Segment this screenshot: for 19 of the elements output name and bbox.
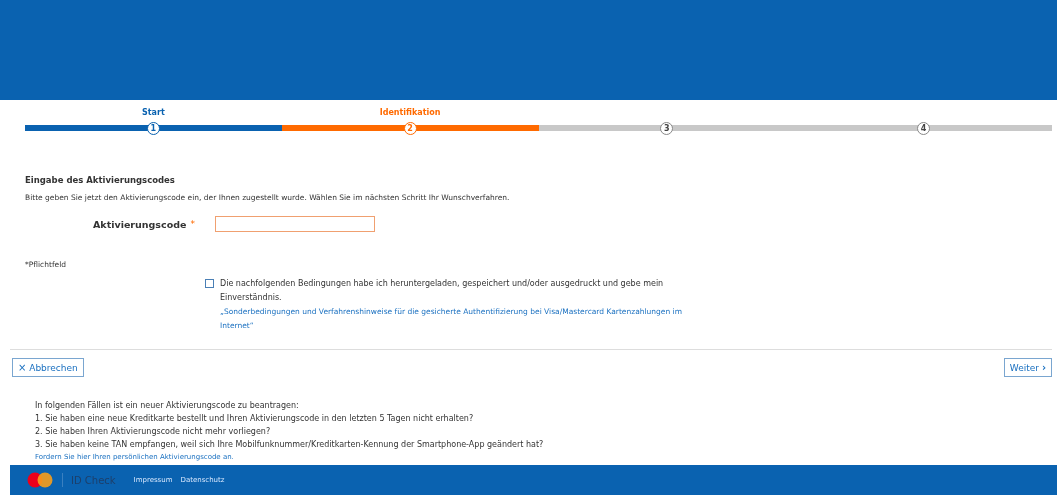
- activation-code-field[interactable]: [214, 216, 375, 232]
- step-label: Identifikation: [379, 108, 441, 117]
- next-button[interactable]: Weiter ›: [1003, 358, 1052, 377]
- info-item: 3. Sie haben keine TAN empfangen, weil sich Ihre Mobilfunknummer/Kreditkarten-Kennung der Smartphone-App geändert hat?: [35, 439, 545, 451]
- step-number: 3: [660, 121, 674, 135]
- brand-name: ID Check: [71, 474, 116, 486]
- info-item: 1. Sie haben eine neue Kreditkarte bestellt und Ihren Aktivierungscode in den letzten 5 Tagen nicht erhalten?: [35, 413, 475, 425]
- info-item: 2. Sie haben Ihren Aktivierungscode nicht mehr vorliegen?: [35, 426, 272, 438]
- field-label: Aktivierungscode: [93, 218, 187, 230]
- step-number: 4: [917, 121, 931, 135]
- section-heading: Eingabe des Aktivierungscodes: [25, 175, 176, 185]
- consent-checkbox[interactable]: [205, 279, 214, 288]
- required-mark: *: [190, 219, 195, 229]
- step-label: Start: [142, 108, 165, 117]
- cancel-button[interactable]: × Abbrechen: [12, 358, 84, 377]
- mastercard-logo-icon: [26, 472, 54, 488]
- step-number: 1: [146, 121, 160, 135]
- info-text: In folgenden Fällen ist ein neuer Aktivierungscode zu beantragen:: [35, 400, 300, 412]
- step-number: 2: [403, 121, 417, 135]
